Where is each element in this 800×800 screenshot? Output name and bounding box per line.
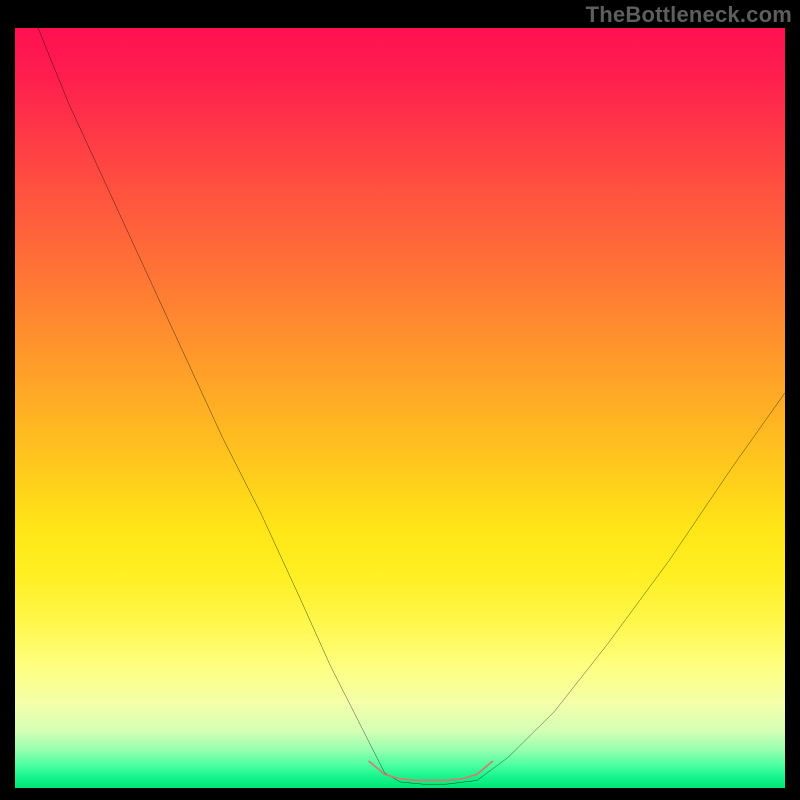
background-gradient: [15, 28, 785, 788]
plot-area: [15, 28, 785, 788]
chart-frame: TheBottleneck.com: [0, 0, 800, 800]
watermark-text: TheBottleneck.com: [586, 2, 792, 28]
